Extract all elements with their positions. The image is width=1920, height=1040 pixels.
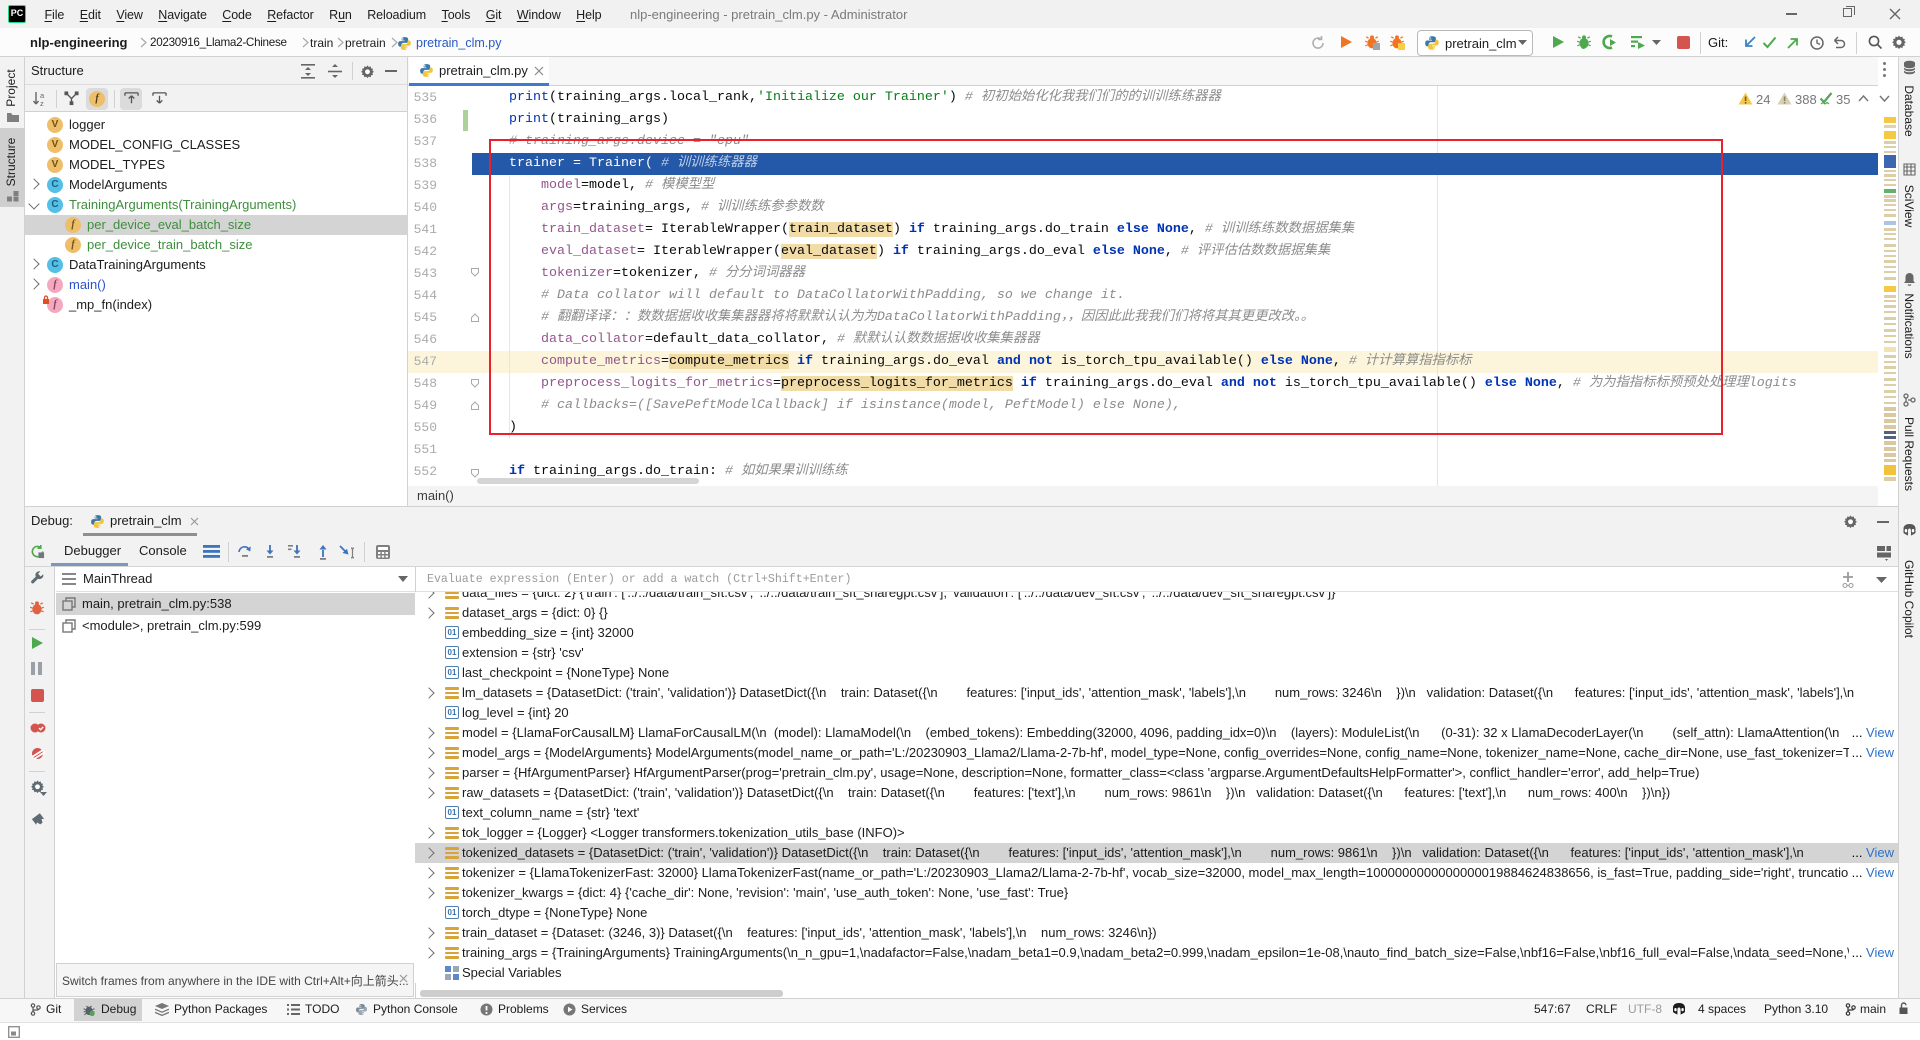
- svg-text:z: z: [40, 99, 44, 107]
